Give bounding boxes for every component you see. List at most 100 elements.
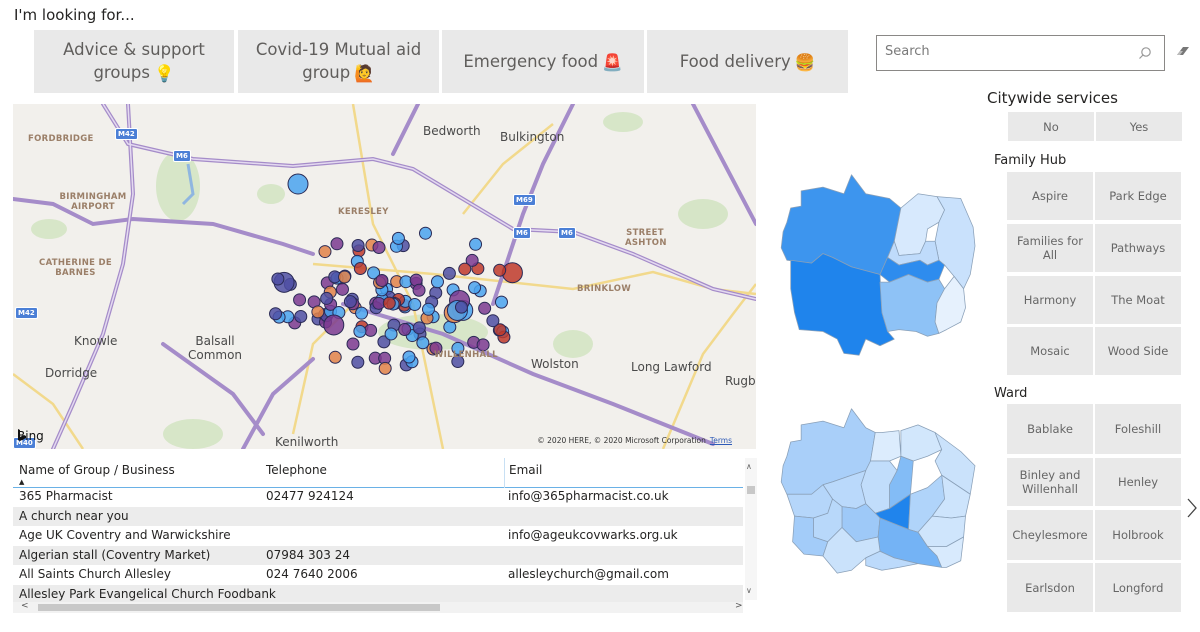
eraser-icon[interactable] [1175, 44, 1191, 58]
category-food-delivery-button[interactable]: Food delivery 🍔 [647, 30, 848, 93]
map-marker[interactable] [416, 336, 430, 350]
map-base [13, 104, 756, 449]
ward-choropleth-map[interactable] [775, 404, 985, 594]
family-hub-option-aspire[interactable]: Aspire [1007, 172, 1093, 220]
ward-option-henley[interactable]: Henley [1095, 458, 1181, 506]
map-marker[interactable] [412, 321, 426, 335]
map-marker[interactable] [330, 237, 344, 251]
map-marker[interactable] [346, 337, 360, 351]
ward-option-longford[interactable]: Longford [1095, 563, 1181, 612]
search-icon[interactable] [1138, 46, 1152, 60]
table-row[interactable]: Age UK Coventry and Warwickshire info@ag… [13, 526, 743, 546]
ward-option-binley-and-willenhall[interactable]: Binley and Willenhall [1007, 458, 1093, 506]
map-marker[interactable] [402, 350, 416, 364]
map-marker[interactable] [378, 361, 392, 375]
map-marker[interactable] [351, 238, 365, 252]
family-hub-option-the-moat[interactable]: The Moat [1095, 276, 1181, 324]
map-marker[interactable] [468, 281, 482, 295]
map-marker[interactable] [311, 305, 325, 319]
map-marker[interactable] [351, 355, 365, 369]
map-marker[interactable] [412, 283, 426, 297]
map-label: Dorridge [45, 366, 98, 380]
column-header-telephone[interactable]: Telephone [266, 463, 327, 477]
map-marker[interactable] [364, 323, 378, 337]
chevron-right-icon[interactable] [1186, 497, 1198, 519]
map-marker[interactable] [382, 296, 396, 310]
map-marker[interactable] [320, 291, 334, 305]
map-marker[interactable] [486, 314, 500, 328]
map-marker[interactable] [294, 310, 308, 324]
map-marker[interactable] [430, 275, 444, 289]
horizontal-scroll-thumb[interactable] [38, 604, 440, 611]
page-title: I'm looking for... [14, 6, 135, 24]
map-marker[interactable] [458, 262, 472, 276]
column-header-email[interactable]: Email [504, 458, 542, 488]
ward-option-cheylesmore[interactable]: Cheylesmore [1007, 510, 1093, 560]
map-marker[interactable] [271, 272, 285, 286]
table-row[interactable]: Algerian stall (Coventry Market) 07984 3… [13, 545, 743, 565]
map-marker[interactable] [391, 231, 405, 245]
map-label: BIRMINGHAM AIRPORT [59, 192, 127, 212]
horizontal-scrollbar[interactable]: < > [13, 601, 743, 613]
map-marker[interactable] [375, 273, 389, 287]
column-header-name[interactable]: Name of Group / Business [19, 463, 175, 477]
ward-option-bablake[interactable]: Bablake [1007, 404, 1093, 454]
map-marker[interactable] [269, 307, 283, 321]
map-marker[interactable] [454, 300, 468, 314]
table-row[interactable]: A church near you [13, 506, 743, 526]
map-marker[interactable] [493, 263, 507, 277]
category-advice-support-button[interactable]: Advice & support groups 💡 [34, 30, 234, 93]
vertical-scrollbar[interactable]: ∧ ∨ [745, 458, 757, 600]
map-marker[interactable] [384, 327, 398, 341]
map-marker[interactable] [353, 261, 367, 275]
ward-option-holbrook[interactable]: Holbrook [1095, 510, 1181, 560]
map-marker[interactable] [421, 302, 435, 316]
cell-name: 365 Pharmacist [19, 489, 113, 503]
family-hub-option-park-edge[interactable]: Park Edge [1095, 172, 1181, 220]
map-marker[interactable] [442, 266, 456, 280]
terms-link[interactable]: Terms [710, 436, 732, 445]
map-label: Rugby [725, 374, 756, 388]
citywide-option-yes[interactable]: Yes [1096, 112, 1182, 141]
map-marker[interactable] [408, 297, 422, 311]
family-hub-option-harmony[interactable]: Harmony [1007, 276, 1093, 324]
family-hub-option-families-for-all[interactable]: Families for All [1007, 224, 1093, 272]
map-marker[interactable] [494, 295, 508, 309]
citywide-option-no[interactable]: No [1008, 112, 1094, 141]
map-marker[interactable] [372, 240, 386, 254]
map-marker[interactable] [335, 282, 349, 296]
map-marker[interactable] [318, 245, 332, 259]
map-marker[interactable] [398, 322, 412, 336]
map-marker[interactable] [293, 293, 307, 307]
cell-name: Algerian stall (Coventry Market) [19, 547, 211, 562]
map-marker[interactable] [478, 301, 492, 315]
scroll-down-icon[interactable]: ∨ [746, 586, 752, 595]
map-marker[interactable] [418, 226, 432, 240]
family-hub-choropleth-map[interactable] [775, 170, 985, 360]
contacts-table: Name of Group / Business ▲ Telephone Ema… [13, 458, 758, 616]
ward-option-foleshill[interactable]: Foleshill [1095, 404, 1181, 454]
map-marker[interactable] [323, 314, 345, 336]
ward-option-earlsdon[interactable]: Earlsdon [1007, 563, 1093, 612]
vertical-scroll-thumb[interactable] [747, 486, 755, 494]
table-row[interactable]: All Saints Church Allesley 024 7640 2006… [13, 565, 743, 585]
search-input[interactable] [885, 44, 1135, 59]
map-marker[interactable] [355, 306, 369, 320]
family-hub-option-wood-side[interactable]: Wood Side [1095, 327, 1181, 375]
category-emergency-food-button[interactable]: Emergency food 🚨 [442, 30, 644, 93]
map-marker[interactable] [469, 237, 483, 251]
map-marker[interactable] [343, 295, 357, 309]
category-mutual-aid-button[interactable]: Covid-19 Mutual aid group 🙋 [238, 30, 439, 93]
scroll-right-icon[interactable]: > [735, 601, 743, 611]
family-hub-option-mosaic[interactable]: Mosaic [1007, 327, 1093, 375]
map-marker[interactable] [328, 350, 342, 364]
map-marker[interactable] [287, 173, 309, 195]
map-marker[interactable] [338, 270, 352, 284]
table-row[interactable]: 365 Pharmacist 02477 924124 info@365phar… [13, 487, 743, 507]
scroll-up-icon[interactable]: ∧ [746, 462, 752, 471]
family-hub-option-pathways[interactable]: Pathways [1095, 224, 1181, 272]
category-label: Covid-19 Mutual aid [255, 40, 422, 59]
map-marker[interactable] [353, 324, 367, 338]
map-visual[interactable]: Bedworth Bulkington FORDBRIDGE BIRMINGHA… [13, 104, 756, 449]
scroll-left-icon[interactable]: < [21, 601, 29, 611]
